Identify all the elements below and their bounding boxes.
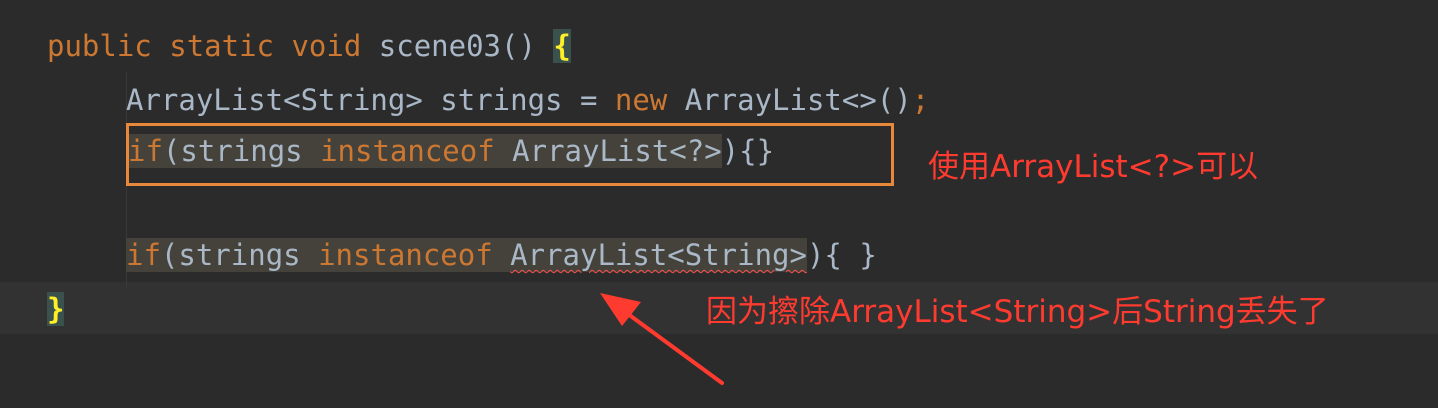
variable-strings: strings [178, 238, 301, 272]
keyword-static: static [169, 29, 274, 63]
open-paren: ( [160, 238, 179, 272]
code-editor[interactable]: public static void scene03() { ArrayList… [0, 0, 1438, 408]
keyword-if: if [126, 238, 161, 272]
method-parens: () [501, 29, 536, 63]
keyword-public: public [47, 29, 152, 63]
code-line-declaration[interactable]: ArrayList<String> strings = new ArrayLis… [126, 80, 929, 120]
code-line-instanceof-string[interactable]: if(strings instanceof ArrayList<String>)… [126, 235, 877, 275]
annotation-error: 因为擦除ArrayList<String>后String丢失了 [706, 294, 1329, 330]
annotation-ok: 使用ArrayList<?>可以 [928, 149, 1259, 185]
code-line-method-signature[interactable]: public static void scene03() { [47, 26, 571, 66]
close-brace-matched: } [47, 292, 65, 326]
highlight-box [126, 123, 894, 186]
open-brace-matched: { [553, 29, 571, 63]
type-error-generic: ArrayList<String> [510, 238, 807, 272]
close-parens-braces: ){ } [806, 238, 877, 272]
method-name: scene03 [378, 29, 501, 63]
keyword-new: new [614, 83, 668, 117]
code-line-close-brace[interactable]: } [47, 289, 65, 329]
keyword-void: void [291, 29, 362, 63]
semicolon: ; [911, 83, 930, 117]
declaration-text: ArrayList<String> strings = [126, 83, 615, 117]
constructor-call: ArrayList<>() [667, 83, 912, 117]
keyword-instanceof: instanceof [318, 238, 493, 272]
